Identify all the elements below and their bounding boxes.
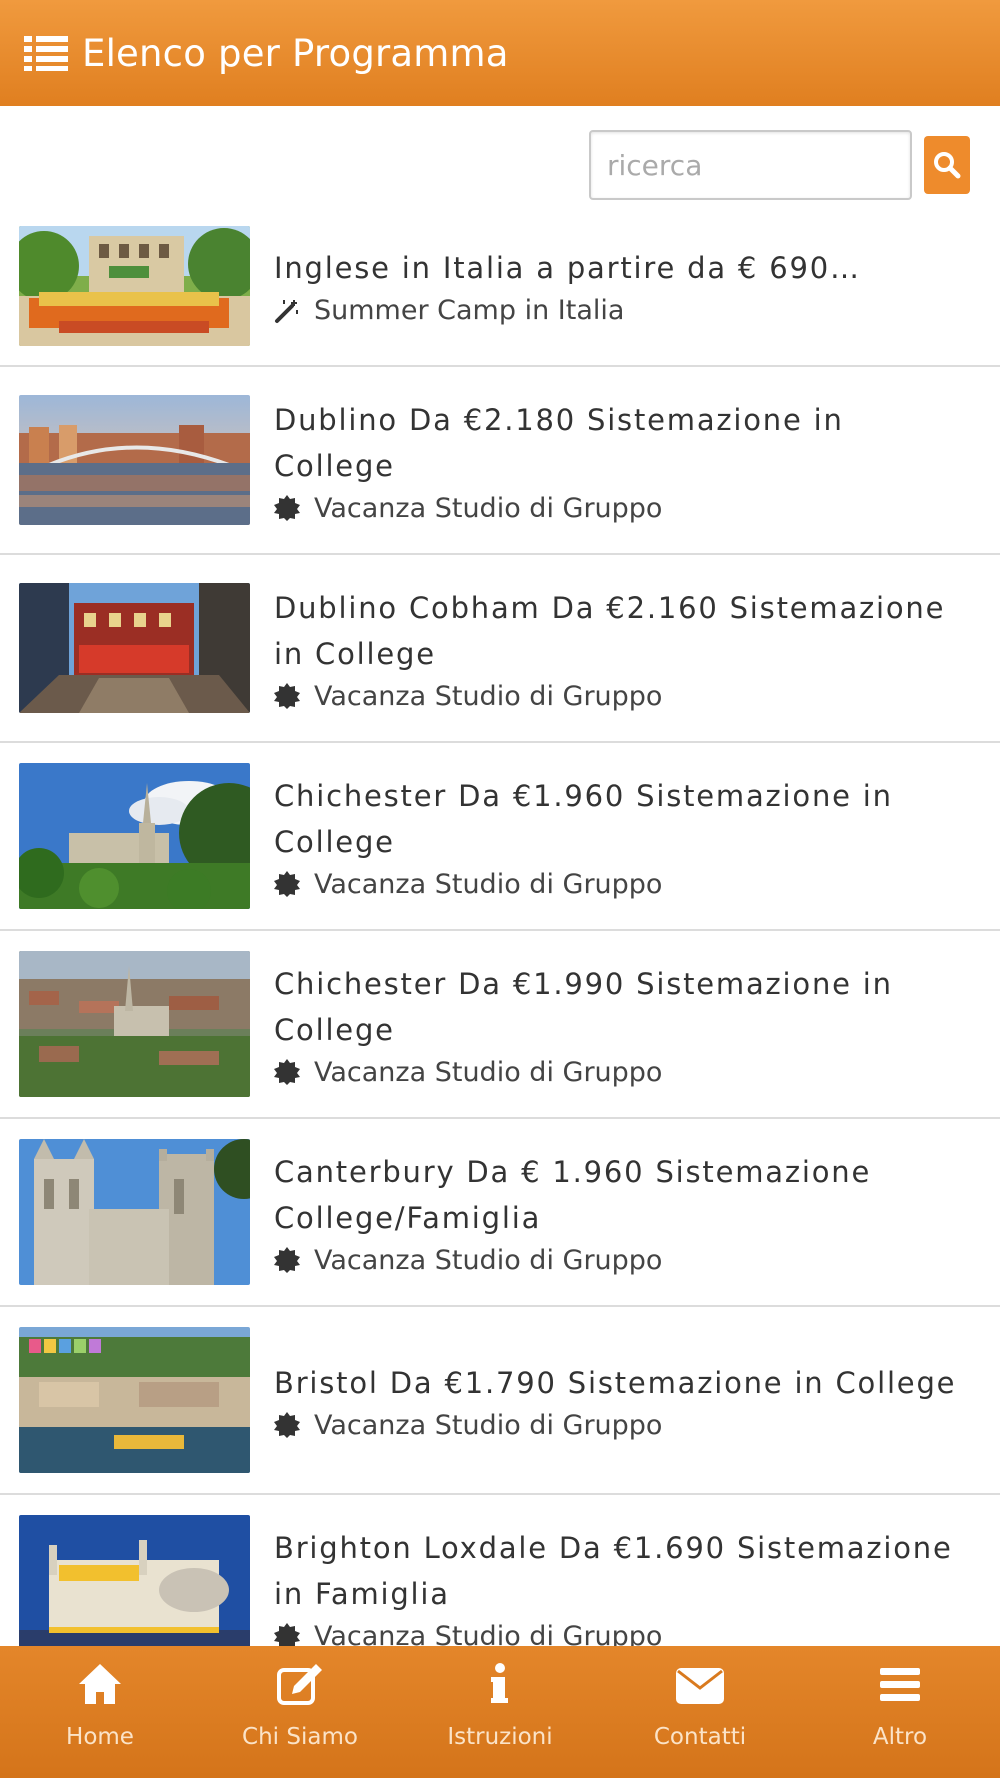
list-item[interactable]: Dublino Da €2.180 Sistemazione in Colleg… <box>0 367 1000 555</box>
list-item[interactable]: Canterbury Da € 1.960 Sistemazione Colle… <box>0 1119 1000 1307</box>
tab-label: Contatti <box>653 1724 747 1750</box>
program-thumbnail <box>19 395 250 525</box>
search-button[interactable] <box>924 136 970 194</box>
badge-icon <box>274 495 300 521</box>
item-title: Bristol Da €1.790 Sistemazione in Colleg… <box>274 1365 957 1400</box>
item-title: Dublino Da €2.180 Sistemazione in Colleg… <box>274 402 844 483</box>
program-thumbnail <box>19 1139 250 1285</box>
item-category: Vacanza Studio di Gruppo <box>274 1245 970 1276</box>
list-item[interactable]: Chichester Da €1.990 Sistemazione in Col… <box>0 931 1000 1119</box>
program-thumbnail <box>19 1515 250 1661</box>
tab-label: Istruzioni <box>447 1724 553 1750</box>
item-title: Brighton Loxdale Da €1.690 Sistemazione … <box>274 1530 953 1611</box>
program-thumbnail <box>19 225 250 346</box>
info-icon <box>491 1663 508 1703</box>
tab-label: Chi Siamo <box>242 1724 358 1750</box>
item-category-label: Vacanza Studio di Gruppo <box>314 680 663 712</box>
list-item[interactable]: Chichester Da €1.960 Sistemazione in Col… <box>0 743 1000 931</box>
item-title: Chichester Da €1.990 Sistemazione in Col… <box>274 966 893 1047</box>
tab-contatti[interactable]: Contatti <box>600 1646 800 1778</box>
program-list: Inglese in Italia a partire da € 690… Su… <box>0 206 1000 1683</box>
item-title: Dublino Cobham Da €2.160 Sistemazione in… <box>274 590 946 671</box>
list-item[interactable]: Inglese in Italia a partire da € 690… Su… <box>0 206 1000 367</box>
tab-istruzioni[interactable]: Istruzioni <box>400 1646 600 1778</box>
tab-label: Altro <box>872 1724 928 1750</box>
search-input[interactable] <box>589 130 912 200</box>
magic-wand-icon <box>275 299 298 323</box>
item-category-label: Vacanza Studio di Gruppo <box>314 1244 663 1276</box>
item-title: Canterbury Da € 1.960 Sistemazione Colle… <box>274 1154 872 1235</box>
item-category-label: Vacanza Studio di Gruppo <box>314 868 663 900</box>
badge-icon <box>274 1059 300 1085</box>
list-item[interactable]: Dublino Cobham Da €2.160 Sistemazione in… <box>0 555 1000 743</box>
list-item[interactable]: Bristol Da €1.790 Sistemazione in Colleg… <box>0 1307 1000 1495</box>
tab-label: Home <box>66 1724 134 1750</box>
badge-icon <box>274 683 300 709</box>
item-category: Vacanza Studio di Gruppo <box>274 681 970 712</box>
list-icon <box>24 36 68 71</box>
badge-icon <box>274 1247 300 1273</box>
badge-icon <box>274 1412 300 1438</box>
item-title: Inglese in Italia a partire da € 690… <box>274 251 861 285</box>
program-thumbnail <box>19 1327 250 1473</box>
tab-altro[interactable]: Altro <box>800 1646 1000 1778</box>
edit-icon <box>277 1664 322 1705</box>
item-category-label: Vacanza Studio di Gruppo <box>314 492 663 524</box>
item-category-label: Summer Camp in Italia <box>314 295 625 326</box>
app-header: Elenco per Programma <box>0 0 1000 106</box>
item-category: Vacanza Studio di Gruppo <box>274 1057 970 1088</box>
program-thumbnail <box>19 951 250 1097</box>
item-title: Chichester Da €1.960 Sistemazione in Col… <box>274 778 893 859</box>
item-category: Vacanza Studio di Gruppo <box>274 493 970 524</box>
tab-bar: Home Chi Siamo Istruzioni Contatti Altro <box>0 1646 1000 1778</box>
program-thumbnail <box>19 583 250 713</box>
tab-home[interactable]: Home <box>0 1646 200 1778</box>
page-title: Elenco per Programma <box>82 31 509 75</box>
badge-icon <box>274 871 300 897</box>
item-category: Vacanza Studio di Gruppo <box>274 869 970 900</box>
item-category-label: Vacanza Studio di Gruppo <box>314 1056 663 1088</box>
envelope-icon <box>676 1668 724 1704</box>
search-icon <box>934 152 961 179</box>
search-bar <box>589 130 970 200</box>
item-category: Summer Camp in Italia <box>274 295 861 326</box>
item-category-label: Vacanza Studio di Gruppo <box>314 1409 663 1441</box>
tab-chi-siamo[interactable]: Chi Siamo <box>200 1646 400 1778</box>
menu-icon <box>880 1668 920 1701</box>
item-category: Vacanza Studio di Gruppo <box>274 1410 956 1441</box>
home-icon <box>79 1664 121 1704</box>
program-thumbnail <box>19 763 250 909</box>
